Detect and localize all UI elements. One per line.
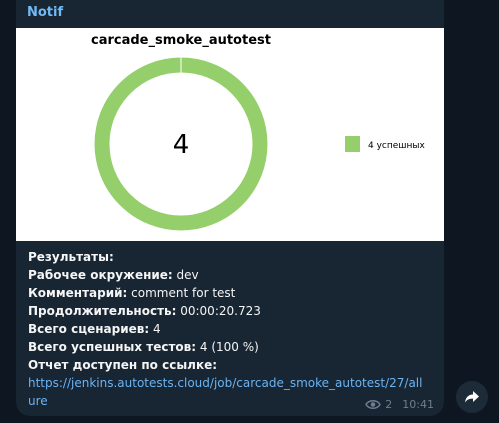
message-time: 10:41 (402, 398, 434, 411)
legend-label: 4 успешных (368, 141, 426, 151)
result-value: 00:00:20.723 (176, 304, 261, 318)
result-line: Результаты: (28, 248, 438, 266)
result-label: Отчет доступен по ссылке: (28, 358, 218, 372)
sender-name[interactable]: Notif (27, 5, 63, 20)
views-count: 2 (385, 398, 393, 411)
forward-arrow-icon (465, 391, 479, 403)
message-text: Результаты: Рабочее окружение: dev Коммент… (28, 248, 438, 410)
results-lines: Результаты: Рабочее окружение: dev Коммент… (28, 248, 438, 374)
donut-chart: carcade_smoke_autotest 4 4 успешных (91, 33, 426, 231)
chart-center-value: 4 (173, 130, 190, 160)
result-line: Отчет доступен по ссылке: (28, 356, 438, 374)
chart-image[interactable]: carcade_smoke_autotest 4 4 успешных (16, 28, 444, 241)
result-label: Комментарий: (28, 286, 128, 300)
message-bubble: Notif carcade_smoke_autotest 4 4 успешны… (16, 0, 444, 416)
result-label: Результаты: (28, 250, 114, 264)
result-value: 4 (149, 322, 161, 336)
result-line: Всего сценариев: 4 (28, 320, 438, 338)
result-line: Комментарий: comment for test (28, 284, 438, 302)
result-line: Всего успешных тестов: 4 (100 %) (28, 338, 438, 356)
result-label: Продолжительность: (28, 304, 177, 318)
result-label: Всего сценариев: (28, 322, 150, 336)
eye-icon (365, 400, 382, 409)
forward-button[interactable] (456, 381, 488, 413)
result-value: 4 (100 %) (196, 340, 259, 354)
result-label: Всего успешных тестов: (28, 340, 197, 354)
legend-swatch (345, 136, 360, 152)
chart-title: carcade_smoke_autotest (91, 33, 271, 48)
result-line: Продолжительность: 00:00:20.723 (28, 302, 438, 320)
result-line: Рабочее окружение: dev (28, 266, 438, 284)
result-value: dev (172, 268, 199, 282)
result-label: Рабочее окружение: (28, 268, 173, 282)
result-value: comment for test (127, 286, 236, 300)
message-meta: 2 10:41 (365, 398, 434, 411)
